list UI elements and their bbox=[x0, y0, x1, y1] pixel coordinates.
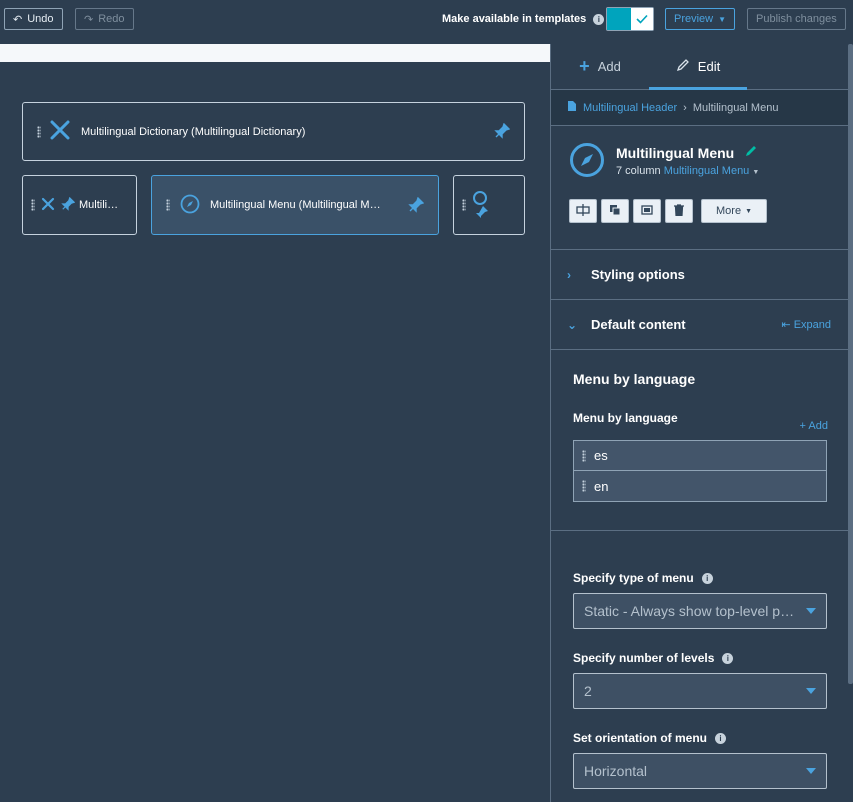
divider bbox=[551, 530, 853, 531]
copy-icon bbox=[609, 204, 621, 219]
templates-label: Make available in templates i bbox=[442, 13, 605, 25]
menu-type-label: Specify type of menu i bbox=[573, 571, 713, 585]
more-button[interactable]: More ▼ bbox=[701, 199, 767, 223]
caret-down-icon: ▼ bbox=[718, 14, 727, 24]
breadcrumb-current: Multilingual Menu bbox=[692, 101, 779, 114]
move-icon bbox=[576, 203, 590, 219]
chevron-down-icon: ⌄ bbox=[567, 317, 578, 332]
module-type-dropdown[interactable]: Multilingual Menu bbox=[664, 165, 750, 177]
module-header: Multilingual Menu 7 column Multilingual … bbox=[551, 126, 853, 250]
caret-down-icon bbox=[806, 688, 816, 694]
move-button[interactable] bbox=[569, 199, 597, 223]
caret-down-icon: ▼ bbox=[752, 169, 760, 176]
tools-icon bbox=[49, 119, 71, 144]
plus-icon: + bbox=[579, 56, 590, 76]
templates-toggle[interactable] bbox=[606, 7, 654, 31]
drag-handle-icon[interactable] bbox=[462, 199, 466, 211]
expand-icon: ⇤ bbox=[781, 319, 791, 331]
drag-handle-icon[interactable] bbox=[582, 449, 586, 462]
checkmark-icon bbox=[631, 8, 653, 30]
clone-button[interactable] bbox=[601, 199, 629, 223]
levels-label: Specify number of levels i bbox=[573, 651, 734, 665]
compass-icon bbox=[569, 142, 605, 181]
menu-group-label: Menu by language bbox=[573, 411, 678, 425]
orientation-label: Set orientation of menu i bbox=[573, 731, 727, 745]
publish-button[interactable]: Publish changes bbox=[747, 8, 846, 30]
module-multilingual-dictionary[interactable]: Multilingual Dictionary (Multilingual Di… bbox=[22, 102, 525, 161]
fullwidth-button[interactable] bbox=[633, 199, 661, 223]
caret-down-icon bbox=[806, 768, 816, 774]
breadcrumb-parent[interactable]: Multilingual Header bbox=[583, 102, 677, 114]
preview-button[interactable]: Preview ▼ bbox=[665, 8, 736, 30]
edit-title-icon[interactable] bbox=[744, 145, 758, 161]
drag-handle-icon[interactable] bbox=[582, 480, 586, 492]
pin-icon bbox=[61, 196, 76, 214]
menu-type-select[interactable]: Static - Always show top-level pages in … bbox=[573, 593, 827, 629]
trash-icon bbox=[674, 203, 684, 219]
globe-pin-icon bbox=[472, 190, 490, 221]
redo-icon: ↷ bbox=[84, 13, 94, 26]
tab-add[interactable]: + Add bbox=[551, 44, 649, 89]
drag-handle-icon[interactable] bbox=[31, 199, 35, 211]
redo-button[interactable]: ↷ Redo bbox=[75, 8, 134, 30]
caret-down-icon bbox=[806, 608, 816, 614]
document-icon bbox=[567, 100, 577, 115]
panel-tabs: + Add Edit bbox=[551, 44, 853, 90]
tools-icon bbox=[41, 197, 55, 214]
chevron-right-icon: › bbox=[567, 267, 571, 282]
module-actions: More ▼ bbox=[569, 199, 767, 223]
tab-edit[interactable]: Edit bbox=[649, 44, 747, 90]
drag-handle-icon[interactable] bbox=[166, 199, 170, 211]
levels-select[interactable]: 2 bbox=[573, 673, 827, 709]
edit-panel: + Add Edit Multilingual Header › Multili… bbox=[550, 44, 853, 802]
module-subtitle: 7 column Multilingual Menu ▼ bbox=[616, 165, 760, 177]
info-icon[interactable]: i bbox=[722, 652, 734, 664]
styling-options-section[interactable]: › Styling options bbox=[551, 250, 853, 300]
module-title: Multilingual Menu bbox=[616, 144, 758, 161]
panel-scrollbar[interactable] bbox=[848, 44, 853, 684]
module-multilingual-menu[interactable]: Multilingual Menu (Multilingual M… bbox=[151, 175, 439, 235]
breadcrumb: Multilingual Header › Multilingual Menu bbox=[551, 90, 853, 126]
menu-group-heading: Menu by language bbox=[573, 371, 696, 387]
top-toolbar: ↶ Undo ↷ Redo Make available in template… bbox=[0, 0, 853, 40]
delete-button[interactable] bbox=[665, 199, 693, 223]
expand-link[interactable]: ⇤ Expand bbox=[781, 318, 831, 331]
menu-language-list: es en bbox=[573, 440, 827, 502]
module-language-switcher[interactable] bbox=[453, 175, 525, 235]
info-icon[interactable]: i bbox=[593, 14, 605, 25]
pin-icon[interactable] bbox=[408, 196, 425, 216]
orientation-select[interactable]: Horizontal bbox=[573, 753, 827, 789]
caret-down-icon: ▼ bbox=[745, 207, 752, 215]
info-icon[interactable]: i bbox=[715, 732, 727, 744]
undo-button[interactable]: ↶ Undo bbox=[4, 8, 63, 30]
module-multilingual-small[interactable]: Multili… bbox=[22, 175, 137, 235]
list-item[interactable]: en bbox=[574, 471, 826, 501]
expand-frame-icon bbox=[640, 204, 654, 219]
compass-icon bbox=[180, 194, 200, 217]
undo-icon: ↶ bbox=[13, 13, 23, 26]
add-menu-item-link[interactable]: + Add bbox=[800, 420, 828, 432]
canvas-preview-strip bbox=[0, 44, 550, 62]
chevron-right-icon: › bbox=[683, 101, 687, 114]
default-content-section[interactable]: ⌄ Default content ⇤ Expand bbox=[551, 300, 853, 350]
pin-icon[interactable] bbox=[494, 122, 511, 142]
drag-handle-icon[interactable] bbox=[37, 125, 41, 138]
info-icon[interactable]: i bbox=[701, 572, 713, 584]
list-item[interactable]: es bbox=[574, 441, 826, 471]
pencil-icon bbox=[676, 58, 690, 75]
